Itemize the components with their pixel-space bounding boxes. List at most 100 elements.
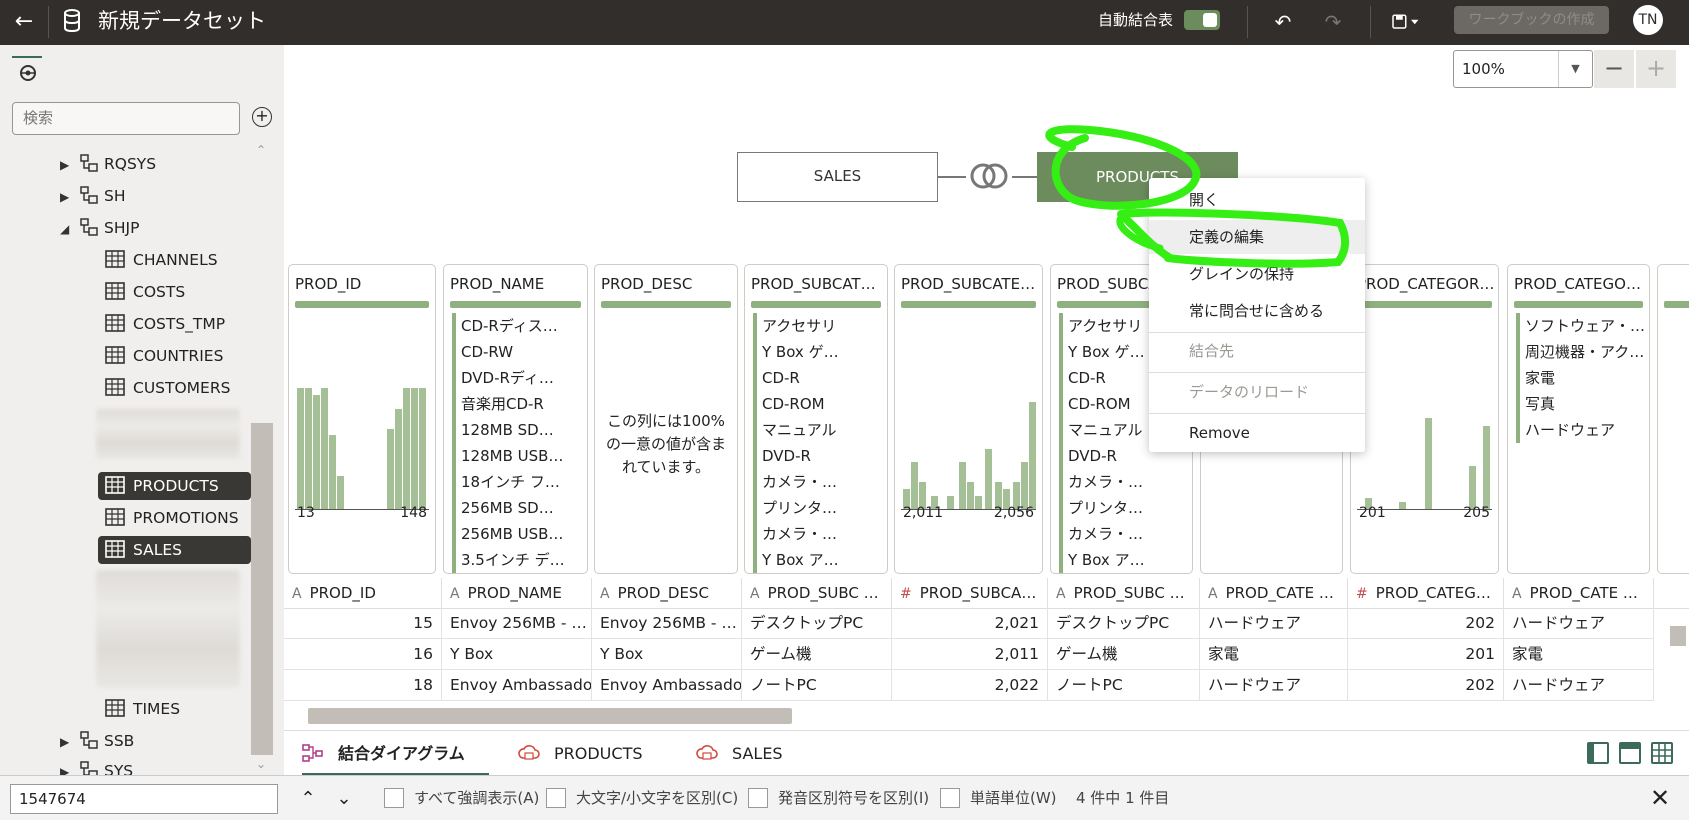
cell[interactable]: ハードウェア (1504, 608, 1654, 639)
profile-card[interactable]: PROD_DESC この列には100%の一意の値が含まれています。 (594, 264, 738, 574)
column-header[interactable]: A PROD_NAME (442, 578, 592, 608)
match-diacritics-checkbox[interactable]: 発音区別符号を区別(I) (748, 787, 929, 809)
checkbox[interactable] (940, 788, 960, 808)
cell[interactable]: 2,021 (892, 608, 1048, 639)
find-previous-icon[interactable]: ⌃ (296, 786, 320, 812)
menu-item-edit-definition[interactable]: 定義の編集 (1149, 220, 1365, 254)
cell[interactable]: デスクトップPC (1048, 608, 1200, 639)
match-case-checkbox[interactable]: 大文字/小文字を区別(C) (546, 787, 738, 809)
whole-words-checkbox[interactable]: 単語単位(W) (940, 787, 1057, 809)
column-header[interactable]: A PROD_SUBC … (742, 578, 892, 608)
highlight-all-checkbox[interactable]: すべて強調表示(A) (384, 787, 539, 809)
zoom-select[interactable]: 100% ▼ (1453, 50, 1593, 88)
layout-top-panel-icon[interactable] (1619, 742, 1641, 764)
cell[interactable]: Y Box (442, 639, 592, 670)
tree-item-sales[interactable]: SALES (98, 536, 251, 564)
column-header[interactable]: # PROD_SUBCA… (892, 578, 1048, 608)
cell[interactable]: Envoy 256MB - … (592, 608, 742, 639)
cell[interactable]: ノートPC (1048, 670, 1200, 701)
layout-left-panel-icon[interactable] (1587, 742, 1609, 764)
tree-item-sh[interactable]: ▶ SH (60, 182, 126, 210)
save-icon[interactable] (1390, 8, 1420, 36)
chevron-down-icon[interactable]: ▼ (1558, 51, 1592, 87)
cell[interactable]: ハードウェア (1200, 608, 1348, 639)
redo-icon[interactable]: ↷ (1318, 8, 1348, 36)
auto-join-toggle[interactable] (1184, 10, 1220, 30)
scroll-down-icon[interactable]: ⌄ (256, 757, 266, 771)
cell[interactable]: ゲーム機 (1048, 639, 1200, 670)
cell[interactable]: ノートPC (742, 670, 892, 701)
cell[interactable]: 2,011 (892, 639, 1048, 670)
cell[interactable]: 2,022 (892, 670, 1048, 701)
profile-card[interactable]: PROD_SUBCAT… アクセサリ Y Box ゲ… CD-R CD-ROM … (744, 264, 888, 574)
cell[interactable]: 家電 (1200, 639, 1348, 670)
close-icon[interactable]: ✕ (1650, 784, 1670, 812)
expand-icon[interactable]: ▶ (60, 728, 72, 756)
cell[interactable]: Envoy Ambassador (442, 670, 592, 701)
profile-card[interactable]: PROD_CATEGOR… 201 205 (1350, 264, 1499, 574)
profile-card[interactable]: PROD_CATEGO… ソフトウェア・… 周辺機器・アク… 家電 写真 ハード… (1507, 264, 1650, 574)
tree-item-shjp[interactable]: ◢ SHJP (60, 214, 139, 242)
cell[interactable]: 202 (1348, 608, 1504, 639)
menu-item-always-include[interactable]: 常に問合せに含める (1149, 294, 1365, 328)
cell[interactable]: ゲーム機 (742, 639, 892, 670)
dataset-title[interactable]: 新規データセット (98, 6, 266, 36)
checkbox[interactable] (748, 788, 768, 808)
tree-item-costs[interactable]: COSTS (105, 278, 185, 306)
tree-item-ssb[interactable]: ▶ SSB (60, 727, 134, 755)
scroll-thumb[interactable] (1670, 626, 1686, 646)
tab-products[interactable]: PRODUCTS (518, 731, 643, 776)
column-header[interactable]: A PROD_CATE … (1504, 578, 1654, 608)
add-icon[interactable]: + (252, 107, 272, 127)
cell[interactable]: ハードウェア (1200, 670, 1348, 701)
tree-item-countries[interactable]: COUNTRIES (105, 342, 223, 370)
checkbox[interactable] (384, 788, 404, 808)
cell[interactable]: 18 (284, 670, 442, 701)
column-header[interactable]: A PROD_SUBC … (1048, 578, 1200, 608)
data-panel-icon[interactable] (18, 63, 38, 83)
checkbox[interactable] (546, 788, 566, 808)
zoom-in-button[interactable]: + (1636, 50, 1676, 88)
tab-join-diagram[interactable]: 結合ダイアグラム (302, 731, 489, 776)
cell[interactable]: 202 (1348, 670, 1504, 701)
tree-item-times[interactable]: TIMES (105, 695, 180, 723)
tree-item-channels[interactable]: CHANNELS (105, 246, 218, 274)
user-avatar[interactable]: TN (1633, 5, 1663, 35)
tree-item-customers[interactable]: CUSTOMERS (105, 374, 230, 402)
column-header[interactable]: A PROD_CATE … (1200, 578, 1348, 608)
cell[interactable]: ハードウェア (1504, 670, 1654, 701)
profile-card[interactable]: PROD_NAME CD-Rディス… CD-RW DVD-Rディ… 音楽用CD-… (443, 264, 588, 574)
zoom-out-button[interactable]: − (1594, 50, 1634, 88)
menu-item-remove[interactable]: Remove (1149, 416, 1365, 450)
find-input[interactable]: 1547674 (10, 784, 278, 814)
undo-icon[interactable]: ↶ (1268, 8, 1298, 36)
profile-card[interactable] (1657, 264, 1689, 574)
tree-item-rqsys[interactable]: ▶ RQSYS (60, 150, 156, 178)
profile-card[interactable]: PROD_ID 13 148 (288, 264, 436, 574)
sidebar-scrollbar[interactable] (251, 423, 273, 755)
cell[interactable]: Y Box (592, 639, 742, 670)
table-node-sales[interactable]: SALES (737, 152, 938, 202)
cell[interactable]: 家電 (1504, 639, 1654, 670)
column-header[interactable]: A PROD_ID (284, 578, 442, 608)
expand-icon[interactable]: ▶ (60, 151, 72, 179)
collapse-icon[interactable]: ◢ (60, 215, 72, 243)
find-next-icon[interactable]: ⌄ (332, 786, 356, 812)
menu-item-open[interactable]: 開く (1149, 183, 1365, 217)
vertical-scrollbar[interactable] (1668, 608, 1688, 708)
scroll-up-icon[interactable]: ⌃ (256, 143, 266, 157)
join-icon[interactable] (966, 162, 1012, 190)
profile-card[interactable]: PROD_SUBCATE… 2,011 2,056 (894, 264, 1043, 574)
horizontal-scrollbar[interactable] (290, 706, 1670, 724)
expand-icon[interactable]: ▶ (60, 183, 72, 211)
create-workbook-button[interactable]: ワークブックの作成 (1454, 6, 1609, 34)
tree-item-sys[interactable]: ▶ SYS (60, 757, 133, 775)
scroll-thumb[interactable] (308, 708, 792, 724)
menu-item-preserve-grain[interactable]: グレインの保持 (1149, 257, 1365, 291)
cell[interactable]: Envoy Ambassador (592, 670, 742, 701)
back-button[interactable]: ← (10, 8, 38, 36)
cell[interactable]: 201 (1348, 639, 1504, 670)
cell[interactable]: 16 (284, 639, 442, 670)
expand-icon[interactable]: ▶ (60, 758, 72, 775)
cell[interactable]: Envoy 256MB - … (442, 608, 592, 639)
